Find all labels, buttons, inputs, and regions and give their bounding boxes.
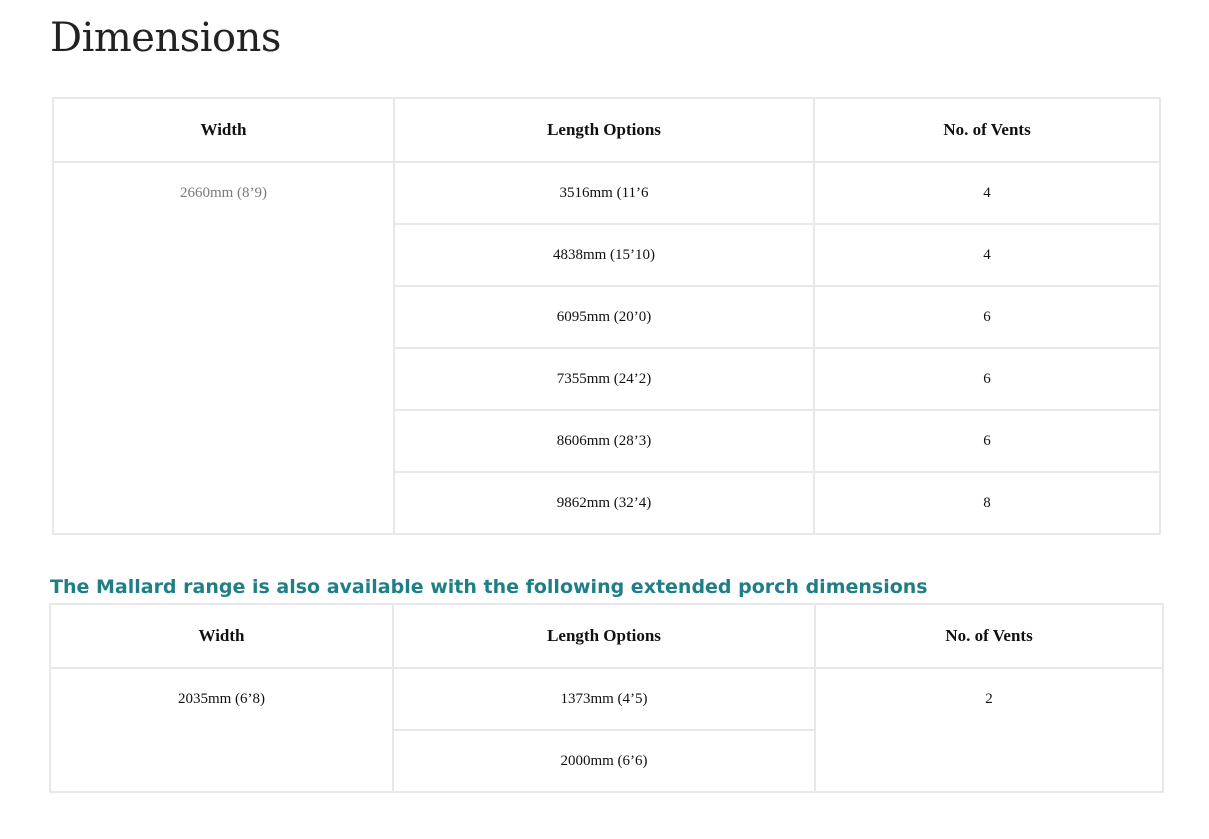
length-option: 7355mm (24’2) (393, 347, 815, 411)
length-option: 4838mm (15’10) (393, 223, 815, 287)
table-row: 2660mm (8’9) 3516mm (11’6 4 (52, 161, 1161, 535)
length-option: 6095mm (20’0) (393, 285, 815, 349)
vents-count: 4 (813, 161, 1161, 225)
vents-count: 4 (813, 223, 1161, 287)
dimensions-table: Width Length Options No. of Vents 2660mm… (52, 97, 1161, 535)
length-option: 3516mm (11’6 (393, 161, 815, 225)
width-value: 2035mm (6’8) (49, 667, 394, 793)
column-header-vents: No. of Vents (813, 97, 1161, 163)
length-option: 2000mm (6’6) (392, 729, 816, 793)
column-header-width: Width (49, 603, 394, 669)
table-row: 2035mm (6’8) 1373mm (4’5) 2 (49, 667, 1164, 793)
porch-dimensions-table: Width Length Options No. of Vents 2035mm… (49, 603, 1164, 793)
width-value: 2660mm (8’9) (52, 161, 395, 535)
length-option: 8606mm (28’3) (393, 409, 815, 473)
column-header-length-options: Length Options (393, 97, 815, 163)
vents-count: 6 (813, 285, 1161, 349)
vents-count: 6 (813, 347, 1161, 411)
table-header-row: Width Length Options No. of Vents (49, 603, 1164, 669)
porch-dimensions-heading: The Mallard range is also available with… (50, 576, 928, 598)
page-title: Dimensions (50, 15, 281, 61)
column-header-width: Width (52, 97, 395, 163)
vents-count: 8 (813, 471, 1161, 535)
length-option: 1373mm (4’5) (392, 667, 816, 731)
length-option: 9862mm (32’4) (393, 471, 815, 535)
table-header-row: Width Length Options No. of Vents (52, 97, 1161, 163)
vents-count: 6 (813, 409, 1161, 473)
column-header-vents: No. of Vents (814, 603, 1164, 669)
column-header-length-options: Length Options (392, 603, 816, 669)
vents-count: 2 (814, 667, 1164, 793)
